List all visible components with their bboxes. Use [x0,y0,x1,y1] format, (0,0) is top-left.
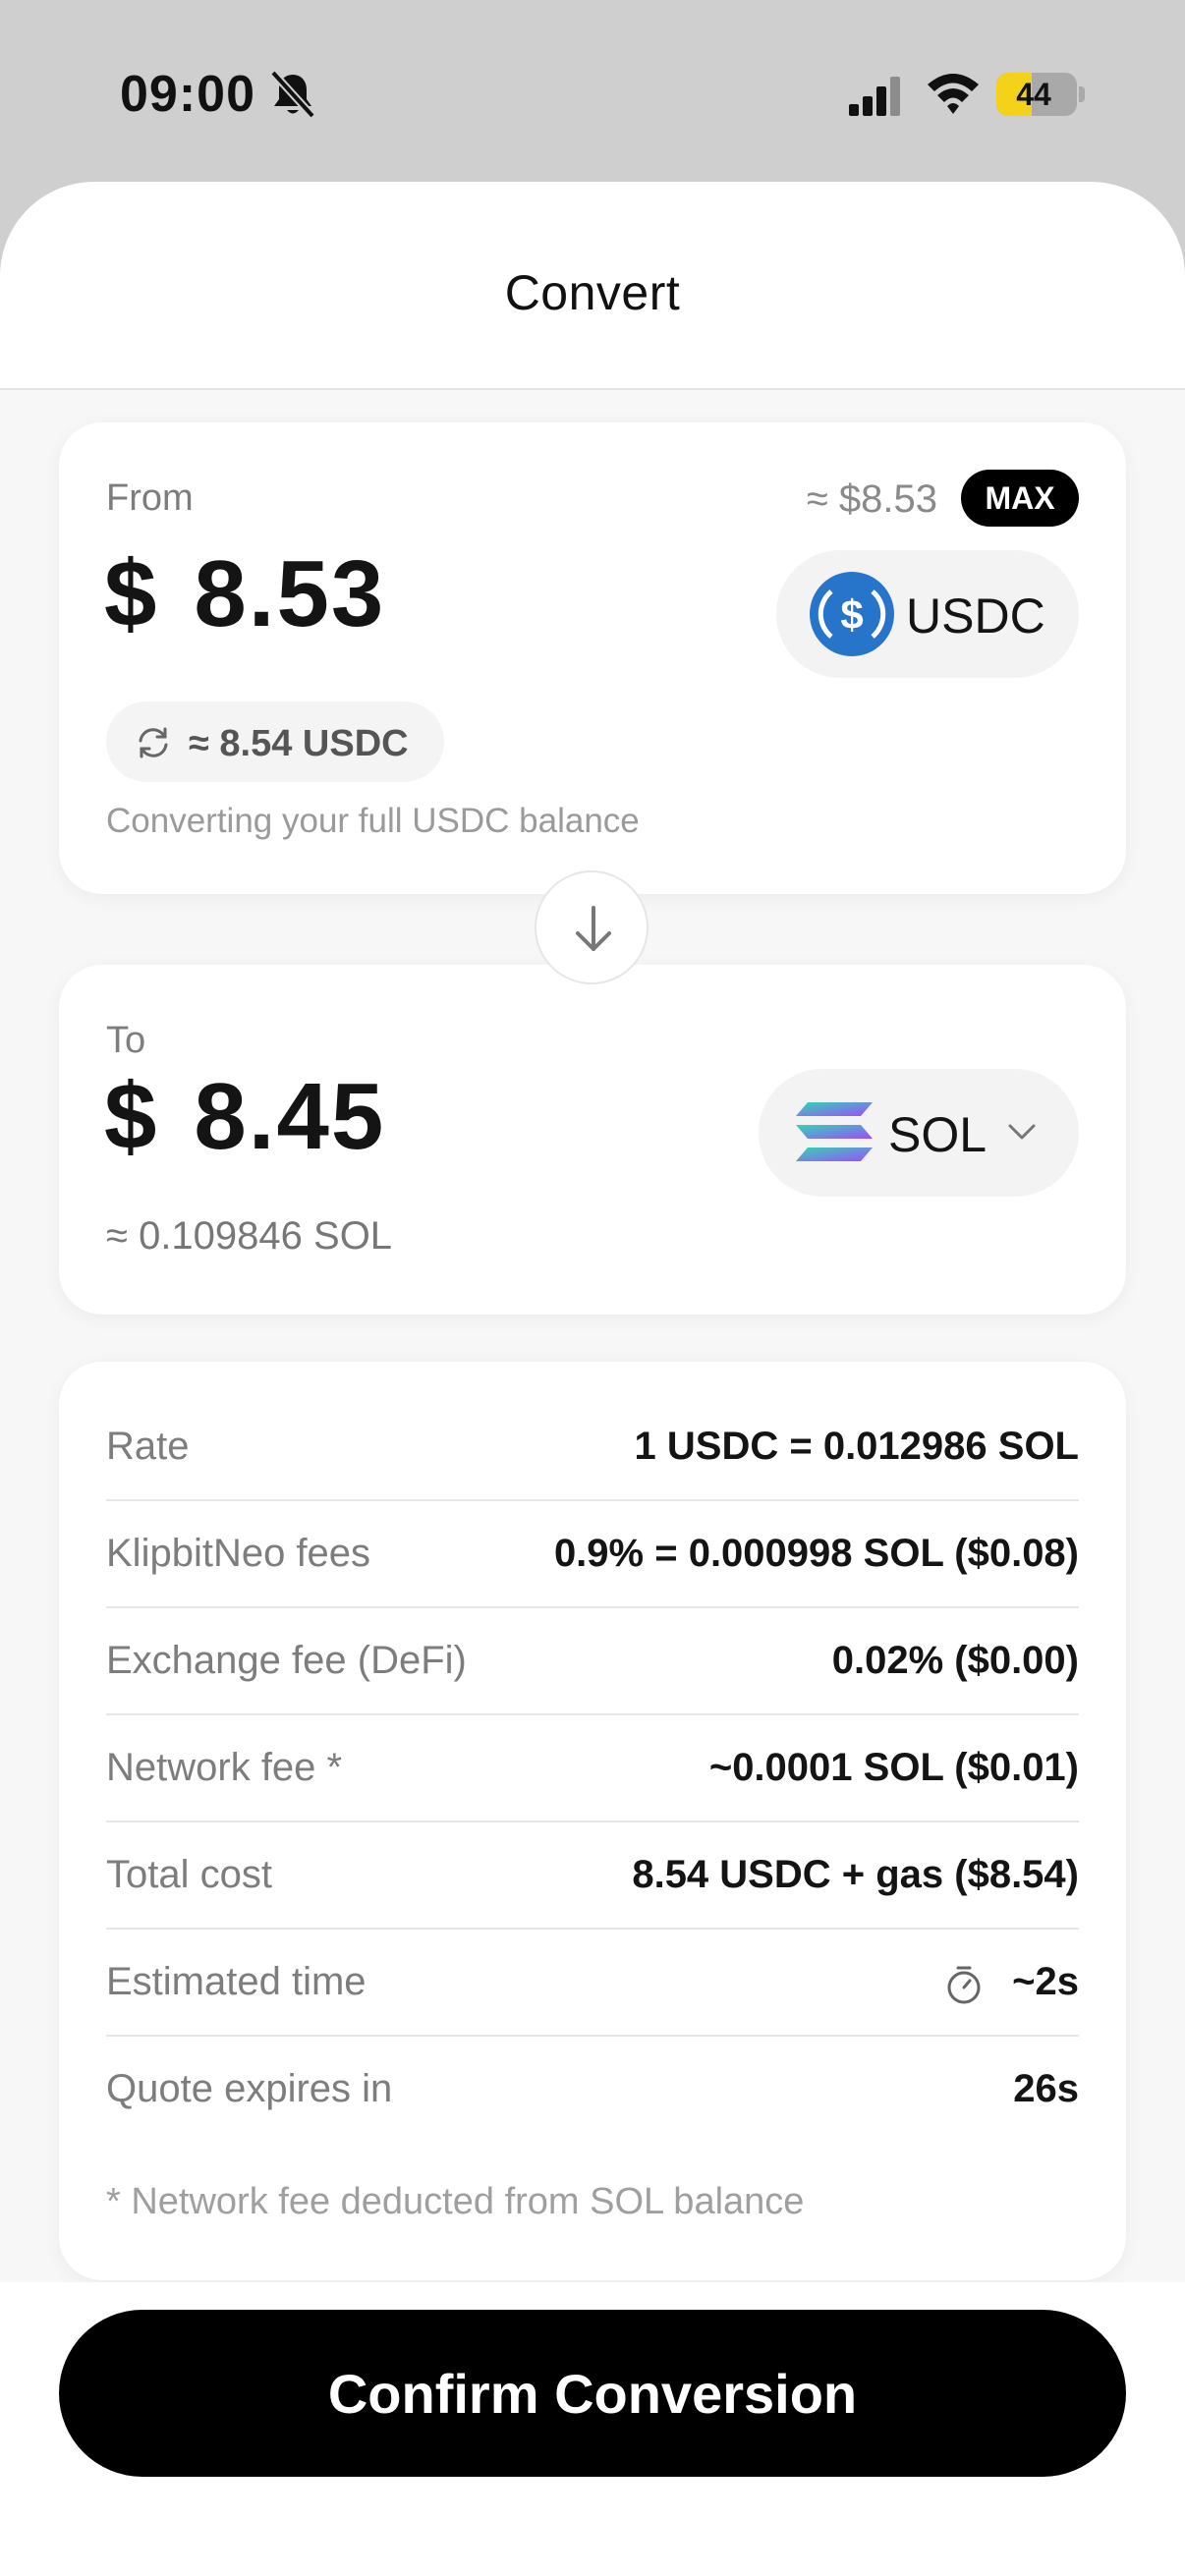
detail-label: Estimated time [106,1960,367,2003]
status-time: 09:00 [120,66,255,123]
details-card: Rate 1 USDC = 0.012986 SOL KlipbitNeo fe… [59,1362,1126,2280]
detail-row-estimated-time: Estimated time ~2s [106,1929,1079,2037]
network-fee-footnote: * Network fee deducted from SOL balance [106,2181,805,2222]
swap-direction-button[interactable] [535,870,649,984]
to-currency-symbol: $ [104,1064,159,1169]
to-token-selector[interactable]: SOL [759,1069,1079,1197]
detail-label: KlipbitNeo fees [106,1532,371,1575]
detail-value: ~0.0001 SOL ($0.01) [708,1746,1079,1789]
sheet-header: Convert [0,182,1185,390]
wifi-icon [928,74,979,114]
detail-value: 1 USDC = 0.012986 SOL [634,1425,1079,1468]
detail-label: Exchange fee (DeFi) [106,1639,467,1682]
detail-value: 8.54 USDC + gas ($8.54) [632,1853,1079,1896]
timer-icon [947,1966,981,2004]
detail-value: 0.9% = 0.000998 SOL ($0.08) [553,1532,1079,1575]
page-title: Convert [504,265,681,320]
from-currency-symbol: $ [104,541,159,646]
detail-label: Total cost [106,1853,272,1896]
solana-logo-icon [796,1102,873,1161]
to-label: To [106,1020,146,1061]
from-rate-chip[interactable]: ≈ 8.54 USDC [106,701,444,782]
from-amount-value: 8.53 [194,541,386,646]
battery-percentage: 44 [1016,77,1051,112]
detail-label: Rate [106,1425,190,1468]
chevron-down-icon [1008,1124,1036,1140]
cellular-signal-icon [849,77,900,116]
from-card: From ≈ $8.53 MAX $8.53 $ USDC ≈ 8.54 USD… [59,422,1126,894]
detail-value: 26s [1013,2067,1079,2110]
from-amount[interactable]: $8.53 [104,540,385,648]
confirm-conversion-button[interactable]: Confirm Conversion [59,2310,1126,2477]
detail-row-fees: KlipbitNeo fees 0.9% = 0.000998 SOL ($0.… [106,1500,1079,1608]
bell-slash-icon [270,70,315,119]
svg-text:$: $ [840,591,863,638]
detail-value: ~2s [1012,1960,1079,2003]
from-token-label: USDC [906,588,1045,644]
battery-icon: 44 [996,73,1077,116]
to-token-label: SOL [888,1107,988,1162]
detail-row-network-fee: Network fee * ~0.0001 SOL ($0.01) [106,1714,1079,1822]
detail-row-total-cost: Total cost 8.54 USDC + gas ($8.54) [106,1821,1079,1930]
detail-label: Quote expires in [106,2067,393,2110]
from-approx-usd: ≈ $8.53 [806,477,937,521]
from-token-selector[interactable]: $ USDC [776,550,1079,678]
status-bar: 09:00 44 [0,0,1185,182]
arrow-down-icon [576,906,611,951]
to-amount-value: 8.45 [194,1064,386,1169]
max-button[interactable]: MAX [961,470,1079,527]
detail-row-exchange-fee: Exchange fee (DeFi) 0.02% ($0.00) [106,1607,1079,1715]
to-amount: $8.45 [104,1063,385,1171]
to-approx: ≈ 0.109846 SOL [106,1214,393,1258]
usdc-logo-icon: $ [810,572,894,656]
refresh-icon [139,727,168,758]
detail-label: Network fee * [106,1746,343,1789]
from-label: From [106,477,194,519]
detail-row-rate: Rate 1 USDC = 0.012986 SOL [106,1393,1079,1501]
from-note: Converting your full USDC balance [106,802,640,840]
confirm-area: Confirm Conversion [0,2282,1185,2576]
from-rate-chip-text: ≈ 8.54 USDC [189,723,409,764]
detail-row-quote-expires: Quote expires in 26s [106,2036,1079,2142]
detail-value: 0.02% ($0.00) [831,1639,1079,1682]
to-card: To $8.45 SOL ≈ 0.109846 SOL [59,965,1126,1315]
battery-tip [1079,86,1085,102]
